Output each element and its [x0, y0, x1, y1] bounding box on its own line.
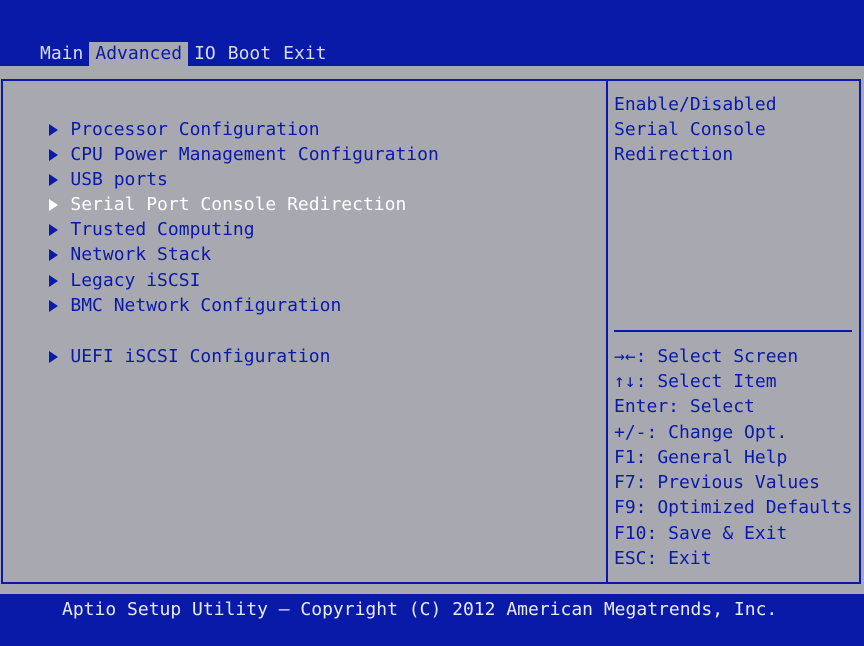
help-description-line: Enable/Disabled: [614, 94, 777, 115]
key-help-save-exit: F10: Save & Exit: [614, 523, 788, 544]
menu-item-label: BMC Network Configuration: [70, 295, 342, 316]
main-panel: Processor Configuration CPU Power Manage…: [0, 66, 864, 594]
key-help-previous-values: F7: Previous Values: [614, 472, 820, 493]
tab-io[interactable]: IO: [188, 42, 222, 66]
bios-header: Main Advanced IO Boot Exit: [0, 0, 864, 66]
copyright-text: Aptio Setup Utility – Copyright (C) 2012…: [62, 599, 778, 620]
key-help-optimized-defaults: F9: Optimized Defaults: [614, 497, 853, 518]
key-help-general-help: F1: General Help: [614, 447, 788, 468]
menu-item-bmc-network-configuration[interactable]: BMC Network Configuration: [6, 268, 341, 316]
key-help-select-item: ↑↓: Select Item: [614, 371, 777, 392]
menu-item-label: UEFI iSCSI Configuration: [70, 346, 331, 367]
tab-advanced[interactable]: Advanced: [89, 42, 189, 66]
bios-footer: Aptio Setup Utility – Copyright (C) 2012…: [0, 594, 864, 646]
menu-item-legacy-iscsi[interactable]: Legacy iSCSI: [6, 243, 200, 291]
menu-item-uefi-iscsi-configuration[interactable]: UEFI iSCSI Configuration: [6, 319, 330, 367]
menu-item-cpu-power-management[interactable]: CPU Power Management Configuration: [6, 117, 439, 165]
help-divider: [614, 330, 852, 332]
vertical-divider: [606, 79, 608, 584]
menu-item-serial-port-console-redirection[interactable]: Serial Port Console Redirection: [6, 167, 406, 215]
tab-boot[interactable]: Boot: [222, 42, 277, 66]
key-help-select-screen: →←: Select Screen: [614, 346, 799, 367]
tab-main[interactable]: Main: [34, 42, 89, 66]
key-help-esc-exit: ESC: Exit: [614, 548, 712, 569]
key-help-enter: Enter: Select: [614, 396, 755, 417]
help-description-line: Redirection: [614, 144, 734, 165]
tab-bar: Main Advanced IO Boot Exit: [34, 42, 332, 66]
help-description-line: Serial Console: [614, 119, 766, 140]
triangle-right-icon: [49, 351, 59, 363]
triangle-right-icon: [49, 300, 59, 312]
menu-item-processor-configuration[interactable]: Processor Configuration: [6, 92, 320, 140]
key-help-change-opt: +/-: Change Opt.: [614, 422, 788, 443]
menu-item-network-stack[interactable]: Network Stack: [6, 217, 211, 265]
menu-item-trusted-computing[interactable]: Trusted Computing: [6, 192, 255, 240]
tab-exit[interactable]: Exit: [277, 42, 332, 66]
menu-item-usb-ports[interactable]: USB ports: [6, 142, 168, 190]
